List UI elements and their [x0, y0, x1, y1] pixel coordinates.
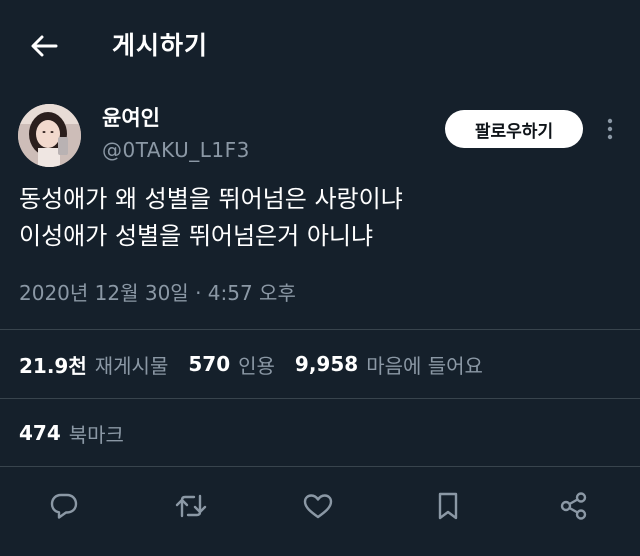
more-vertical-icon	[607, 118, 613, 140]
page-title: 게시하기	[112, 31, 209, 60]
likes-stat[interactable]: 9,958 마음에 들어요	[295, 350, 483, 379]
reply-icon	[49, 492, 79, 520]
likes-label: 마음에 들어요	[366, 353, 483, 378]
back-button[interactable]	[22, 26, 66, 66]
quotes-count: 570	[188, 352, 231, 376]
bookmarks-stat[interactable]: 474 북마크	[19, 415, 124, 451]
retweets-stat[interactable]: 21.9천 재게시물	[19, 350, 168, 379]
share-button[interactable]	[556, 488, 592, 524]
quotes-stat[interactable]: 570 인용	[188, 350, 275, 379]
action-bar	[0, 480, 640, 530]
retweet-button[interactable]	[173, 488, 209, 524]
divider	[0, 466, 640, 467]
retweet-icon	[174, 492, 208, 520]
author-name[interactable]: 윤여인	[102, 104, 160, 132]
bookmark-button[interactable]	[430, 488, 466, 524]
quotes-label: 인용	[238, 353, 275, 378]
top-bar: 게시하기	[0, 0, 640, 92]
more-button[interactable]	[598, 114, 622, 144]
follow-button[interactable]: 팔로우하기	[445, 110, 583, 148]
tweet-text-line: 이성애가 성별을 뛰어넘은거 아니냐	[19, 222, 374, 250]
retweets-label: 재게시물	[94, 353, 169, 378]
bookmark-icon	[436, 491, 460, 521]
bookmarks-count: 474	[19, 421, 61, 445]
tweet-text-line: 동성애가 왜 성별을 뛰어넘은 사랑이냐	[19, 185, 403, 213]
likes-count: 9,958	[294, 352, 359, 376]
share-icon	[559, 491, 589, 521]
like-button[interactable]	[300, 488, 336, 524]
heart-icon	[302, 492, 334, 520]
bookmarks-label: 북마크	[68, 422, 124, 447]
reply-button[interactable]	[46, 488, 82, 524]
avatar-image	[18, 104, 81, 167]
divider	[0, 398, 640, 399]
engagement-stats: 21.9천 재게시물 570 인용 9,958 마음에 들어요	[19, 346, 503, 382]
divider	[0, 329, 640, 330]
tweet-timestamp[interactable]: 2020년 12월 30일 · 4:57 오후	[19, 278, 296, 308]
retweets-count: 21.9천	[19, 353, 87, 378]
avatar[interactable]	[18, 104, 81, 167]
author-handle[interactable]: @0TAKU_L1F3	[102, 136, 250, 164]
arrow-left-icon	[30, 34, 58, 58]
